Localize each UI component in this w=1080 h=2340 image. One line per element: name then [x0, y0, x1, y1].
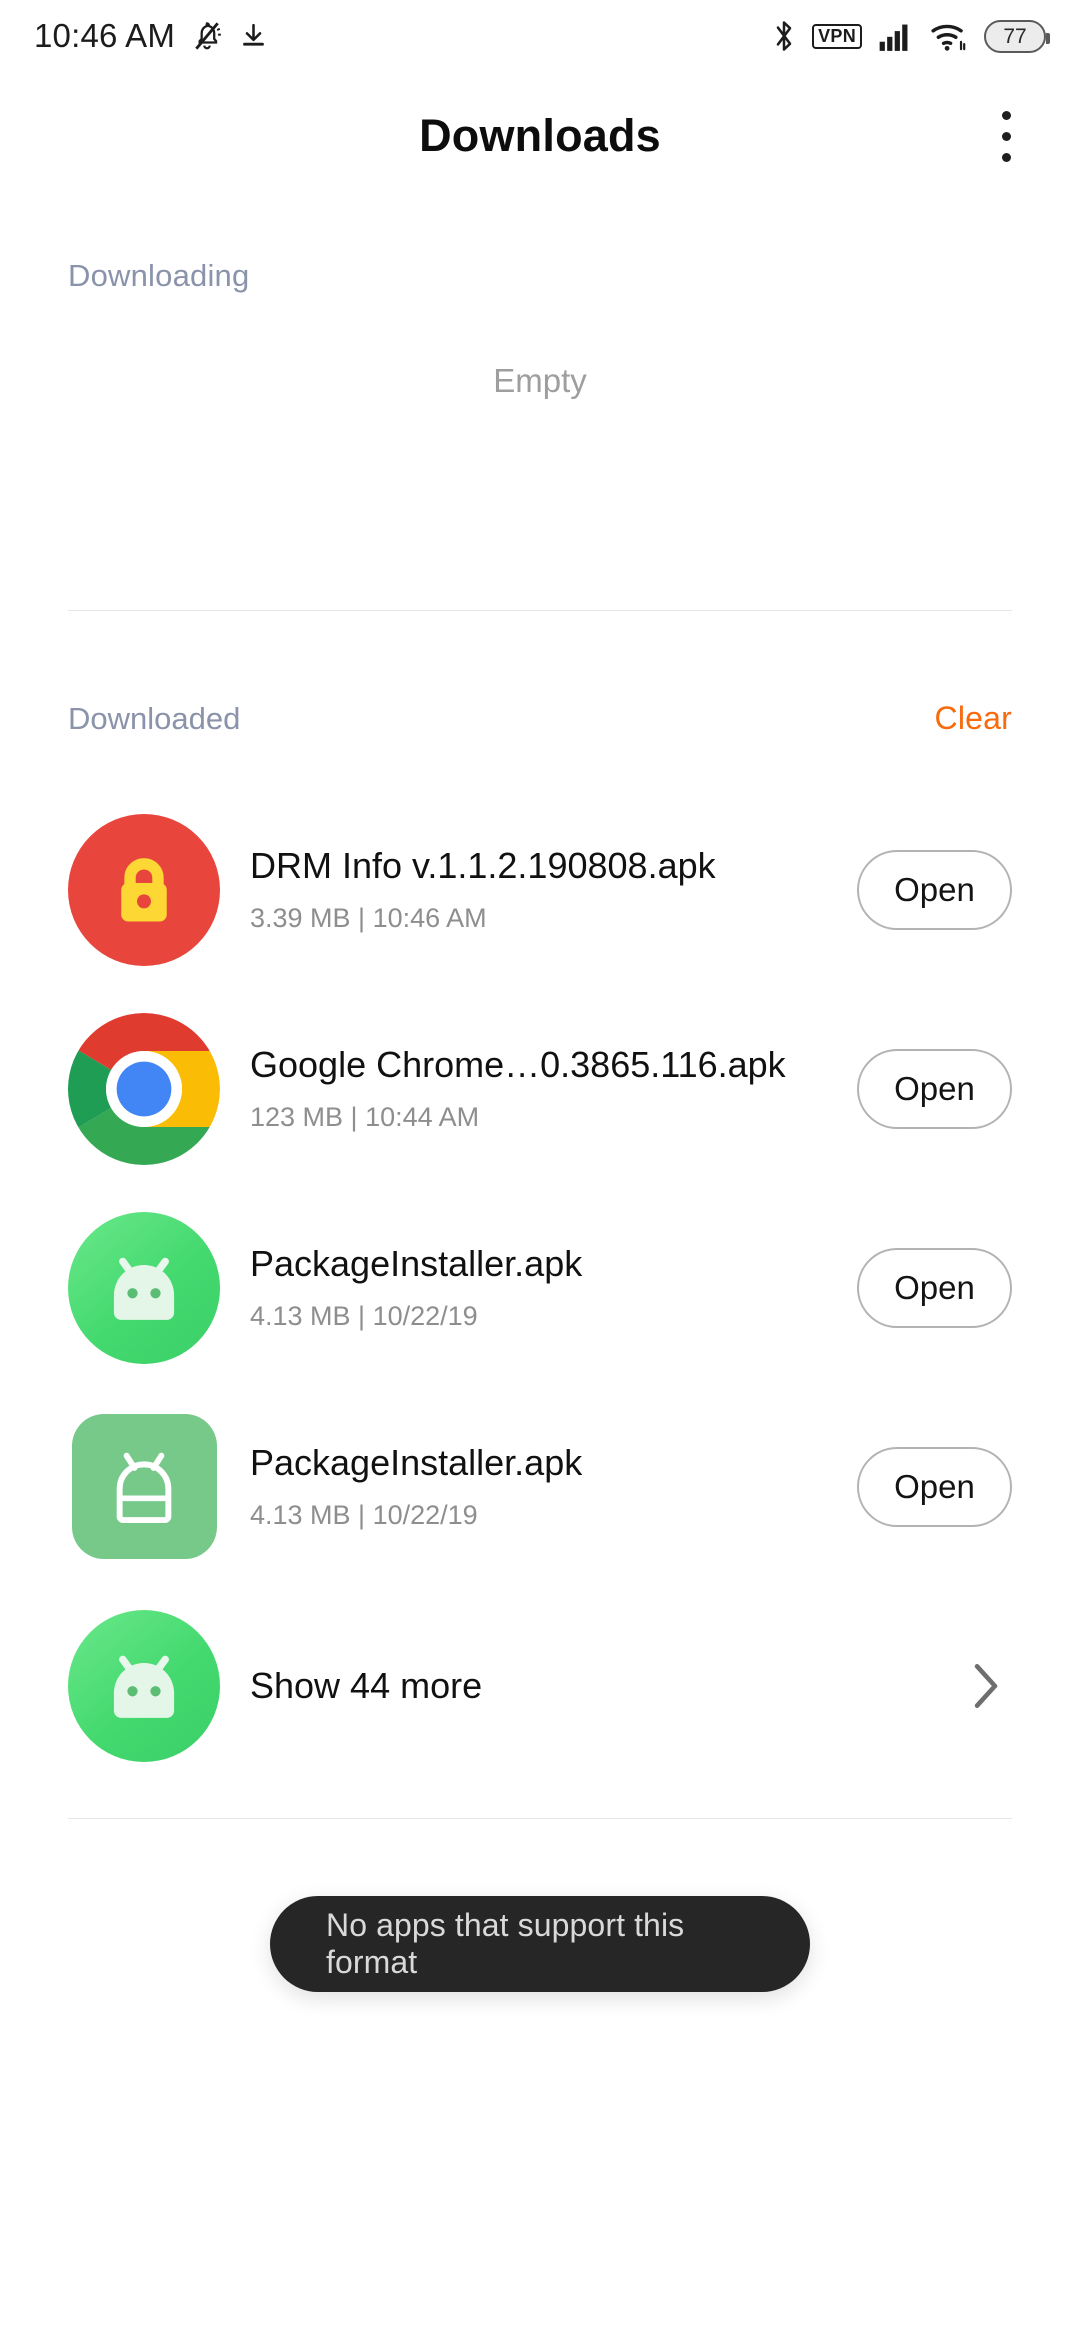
table-row[interactable]: PackageInstaller.apk 4.13 MB | 10/22/19 …	[0, 1188, 1080, 1387]
file-icon	[68, 1211, 220, 1364]
show-more-label: Show 44 more	[250, 1664, 483, 1706]
downloading-section: Downloading Empty	[0, 258, 1080, 400]
android-square-icon	[71, 1414, 217, 1559]
divider-top	[68, 610, 1012, 611]
file-info: DRM Info v.1.1.2.190808.apk 3.39 MB | 10…	[220, 845, 857, 934]
toast-message: No apps that support this format	[270, 1896, 810, 1992]
downloads-screen: 10:46 AM VPN 77 Downloads Downloading Em…	[0, 0, 1080, 2340]
open-button[interactable]: Open	[857, 1446, 1012, 1527]
file-name: DRM Info v.1.1.2.190808.apk	[250, 844, 716, 886]
file-icon	[68, 1012, 220, 1165]
show-more-row[interactable]: Show 44 more	[0, 1586, 1080, 1785]
vpn-icon: VPN	[812, 23, 862, 49]
status-bar: 10:46 AM VPN 77	[0, 0, 1080, 72]
downloaded-list: DRM Info v.1.1.2.190808.apk 3.39 MB | 10…	[0, 790, 1080, 1785]
downloading-empty-text: Empty	[493, 362, 587, 399]
file-info: PackageInstaller.apk 4.13 MB | 10/22/19	[220, 1243, 857, 1332]
downloaded-section-label: Downloaded	[68, 700, 241, 736]
table-row[interactable]: Google Chrome…0.3865.116.apk 123 MB | 10…	[0, 989, 1080, 1188]
app-bar: Downloads	[0, 72, 1080, 200]
overflow-menu-icon[interactable]	[980, 104, 1032, 168]
battery-icon: 77	[984, 19, 1050, 53]
divider-bottom	[68, 1818, 1012, 1819]
file-name: PackageInstaller.apk	[250, 1441, 583, 1483]
file-icon	[68, 813, 220, 966]
chevron-right-icon[interactable]	[960, 1660, 1012, 1712]
file-meta: 4.13 MB | 10/22/19	[250, 1500, 478, 1531]
open-button[interactable]: Open	[857, 849, 1012, 930]
status-bar-clock: 10:46 AM	[34, 17, 176, 54]
page-title: Downloads	[419, 110, 661, 161]
clear-button[interactable]: Clear	[935, 700, 1012, 737]
table-row[interactable]: PackageInstaller.apk 4.13 MB | 10/22/19 …	[0, 1387, 1080, 1586]
file-meta: 4.13 MB | 10/22/19	[250, 1301, 478, 1332]
downloaded-section-header: Downloaded Clear	[0, 700, 1080, 737]
downloading-section-label: Downloading	[68, 258, 250, 293]
file-meta: 123 MB | 10:44 AM	[250, 1102, 480, 1133]
file-icon	[68, 1609, 220, 1762]
cellular-signal-icon	[878, 19, 914, 53]
chrome-icon	[68, 1012, 220, 1165]
open-button[interactable]: Open	[857, 1048, 1012, 1129]
status-bar-right: VPN 77	[772, 18, 1050, 54]
android-circle-icon	[68, 1609, 220, 1762]
notifications-off-icon	[191, 19, 223, 53]
status-bar-left: 10:46 AM	[34, 17, 268, 55]
open-button[interactable]: Open	[857, 1247, 1012, 1328]
file-info: PackageInstaller.apk 4.13 MB | 10/22/19	[220, 1442, 857, 1531]
file-name: PackageInstaller.apk	[250, 1242, 583, 1284]
battery-level-label: 77	[1003, 24, 1027, 48]
wifi-icon	[930, 19, 968, 53]
android-circle-icon	[68, 1211, 220, 1364]
file-meta: 3.39 MB | 10:46 AM	[250, 903, 487, 934]
file-icon	[68, 1411, 220, 1563]
lock-icon	[68, 813, 220, 966]
download-icon	[239, 20, 268, 52]
table-row[interactable]: DRM Info v.1.1.2.190808.apk 3.39 MB | 10…	[0, 790, 1080, 989]
file-info: Google Chrome…0.3865.116.apk 123 MB | 10…	[220, 1044, 857, 1133]
bluetooth-icon	[772, 18, 796, 54]
show-more-info: Show 44 more	[220, 1665, 960, 1706]
file-name: Google Chrome…0.3865.116.apk	[250, 1043, 786, 1085]
